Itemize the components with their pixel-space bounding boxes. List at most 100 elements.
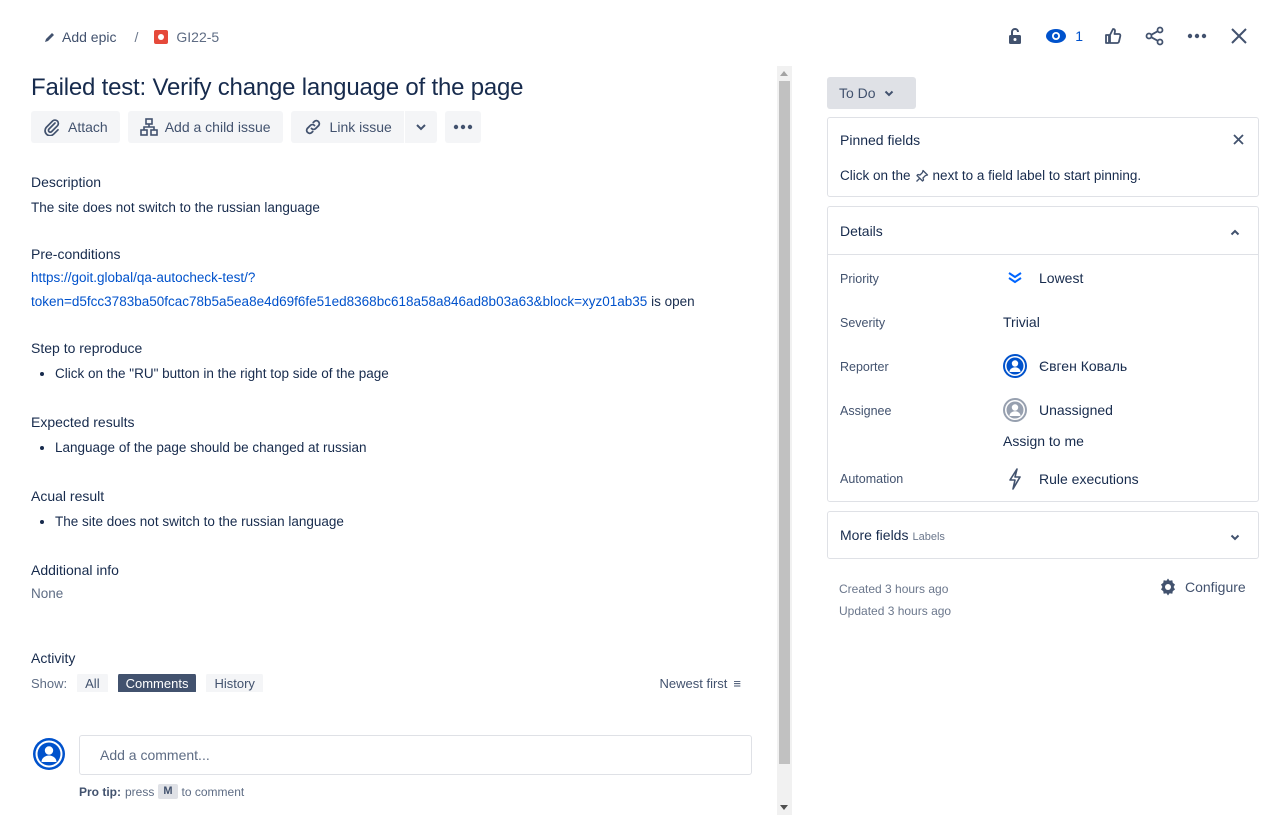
comment-composer: Add a comment... Pro tip: press M to com… [31, 722, 761, 815]
pencil-icon [45, 33, 54, 42]
filter-history[interactable]: History [206, 674, 263, 692]
like-icon[interactable] [1101, 24, 1125, 48]
sort-label: Newest first [659, 675, 728, 691]
assignee-label: Assignee [840, 404, 892, 418]
close-icon[interactable] [1227, 24, 1251, 48]
preconditions-suffix: is open [647, 294, 695, 309]
scroll-thumb[interactable] [779, 81, 790, 764]
configure-label: Configure [1185, 579, 1246, 595]
user-icon [1005, 400, 1025, 420]
preconditions-link[interactable]: https://goit.global/qa-autocheck-test/? t… [31, 270, 647, 309]
severity-field[interactable]: Trivial [1003, 314, 1040, 330]
breadcrumb-separator: / [134, 29, 139, 45]
pro-tip: Pro tip: press M to comment [79, 784, 244, 799]
automation-field[interactable]: Rule executions [1003, 468, 1139, 490]
priority-field[interactable]: Lowest [1003, 270, 1083, 286]
link-issue-label: Link issue [329, 119, 392, 135]
automation-label: Automation [840, 472, 904, 486]
details-divider [828, 254, 1258, 255]
main-scrollbar[interactable] [777, 66, 792, 815]
list-item: Click on the "RU" button in the right to… [55, 364, 771, 384]
issue-main-panel: Failed test: Verify change language of t… [31, 66, 771, 815]
additional-heading: Additional info [31, 562, 119, 578]
more-fields-panel[interactable]: More fields Labels [827, 511, 1259, 559]
chevron-up-icon[interactable] [1230, 223, 1240, 239]
more-fields-sub: Labels [912, 531, 945, 543]
attach-button[interactable]: Attach [31, 111, 120, 143]
paperclip-icon [44, 119, 60, 136]
details-title[interactable]: Details [840, 223, 883, 239]
list-item: Language of the page should be changed a… [55, 438, 771, 458]
gear-icon [1161, 578, 1175, 596]
avatar [1003, 398, 1027, 422]
add-child-issue-button[interactable]: Add a child issue [127, 111, 283, 143]
more-fields-title: More fields Labels [840, 527, 945, 543]
scroll-up-arrow[interactable] [780, 71, 788, 76]
pinned-fields-hint: Click on the next to a field label to st… [840, 168, 1141, 183]
more-actions-button[interactable] [444, 111, 481, 143]
chevron-down-icon [416, 124, 426, 131]
created-text: Created 3 hours ago [839, 582, 949, 596]
details-panel: Details Priority Lowest Severity Trivial… [827, 206, 1259, 502]
link-issue-button[interactable]: Link issue [290, 111, 404, 143]
scroll-down-arrow[interactable] [780, 805, 788, 810]
configure-button[interactable]: Configure [1158, 577, 1246, 597]
description-text[interactable]: The site does not switch to the russian … [31, 196, 771, 220]
lock-icon[interactable] [1003, 24, 1027, 48]
assignee-value: Unassigned [1039, 402, 1113, 418]
list-item: The site does not switch to the russian … [55, 512, 771, 532]
watch-count: 1 [1075, 28, 1083, 44]
close-icon[interactable] [1233, 132, 1244, 148]
updated-text: Updated 3 hours ago [839, 604, 952, 618]
priority-label: Priority [840, 272, 879, 286]
status-dropdown[interactable]: To Do [827, 77, 916, 109]
activity-filter: Show: All Comments History Newest first ≡ [31, 674, 771, 692]
severity-value: Trivial [1003, 314, 1040, 330]
sort-button[interactable]: Newest first ≡ [660, 676, 742, 691]
share-icon[interactable] [1143, 24, 1167, 48]
bug-icon [154, 30, 169, 44]
filter-all[interactable]: All [77, 674, 108, 692]
add-child-label: Add a child issue [164, 119, 271, 135]
actual-heading: Acual result [31, 488, 105, 504]
steps-list: Click on the "RU" button in the right to… [31, 364, 771, 384]
pinned-hint-before: Click on the [840, 168, 911, 183]
additional-text[interactable]: None [31, 582, 771, 606]
link-line-1: https://goit.global/qa-autocheck-test/? [31, 270, 256, 285]
link-issue-dropdown[interactable] [404, 111, 437, 143]
protip-tail: to comment [181, 784, 245, 799]
preconditions-text[interactable]: https://goit.global/qa-autocheck-test/? t… [31, 266, 771, 314]
more-options-icon[interactable] [1185, 24, 1209, 48]
filter-comments[interactable]: Comments [117, 674, 197, 692]
show-label: Show: [31, 675, 68, 691]
eye-icon [1046, 29, 1067, 43]
link-issue-group: Link issue [290, 111, 437, 143]
issue-key-link[interactable]: GI22-5 [176, 29, 219, 45]
chevron-down-icon[interactable] [1230, 528, 1240, 544]
activity-heading: Activity [31, 650, 76, 666]
breadcrumb: Add epic / GI22-5 [44, 26, 219, 48]
actual-list: The site does not switch to the russian … [31, 512, 771, 532]
pinned-hint-after: next to a field label to start pinning. [932, 168, 1142, 183]
add-epic-button[interactable]: Add epic [44, 29, 116, 45]
hierarchy-icon [139, 118, 158, 136]
avatar [1003, 354, 1027, 378]
assign-to-me-link[interactable]: Assign to me [1003, 433, 1084, 449]
reporter-value: Євген Коваль [1039, 358, 1128, 374]
issue-toolbar: Attach Add a child issue Link issue [31, 111, 771, 143]
avatar [33, 738, 65, 770]
pinned-fields-panel: Pinned fields Click on the next to a fie… [827, 117, 1259, 197]
assignee-field[interactable]: Unassigned [1003, 398, 1113, 422]
reporter-label: Reporter [840, 360, 889, 374]
automation-value: Rule executions [1039, 471, 1139, 487]
reporter-field[interactable]: Євген Коваль [1003, 354, 1127, 378]
severity-label: Severity [840, 316, 886, 330]
expected-heading: Expected results [31, 414, 135, 430]
pin-icon [915, 169, 928, 182]
status-label: To Do [839, 85, 876, 101]
issue-timestamps: Created 3 hours ago Updated 3 hours ago [839, 578, 951, 622]
comment-input[interactable]: Add a comment... [79, 735, 752, 775]
issue-title[interactable]: Failed test: Verify change language of t… [31, 74, 771, 102]
watch-button[interactable]: 1 [1045, 28, 1083, 44]
lightning-icon [1009, 468, 1021, 490]
